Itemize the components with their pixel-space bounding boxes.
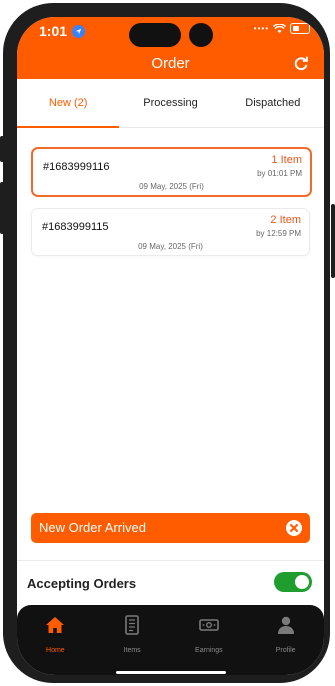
nav-items[interactable]: Items <box>94 605 171 675</box>
nav-profile-label: Profile <box>275 647 296 654</box>
nav-home-label: Home <box>46 647 65 654</box>
new-order-toast: New Order Arrived <box>31 513 310 543</box>
accepting-orders-toggle[interactable] <box>274 572 312 592</box>
order-tabs: New (2) Processing Dispatched <box>17 79 324 128</box>
page-title: Order <box>151 55 190 72</box>
volume-button <box>0 182 4 234</box>
tab-dispatched-label: Dispatched <box>245 97 301 109</box>
order-id: #1683999115 <box>42 221 109 233</box>
tab-new[interactable]: New (2) <box>17 79 120 128</box>
nav-items-label: Items <box>123 647 141 654</box>
tab-dispatched[interactable]: Dispatched <box>222 79 324 127</box>
bottom-nav: Home Items Earnings Profile <box>17 605 324 675</box>
refresh-icon[interactable] <box>292 55 310 73</box>
close-icon <box>290 524 298 532</box>
app-screen: 1:01 •••• Order New (2) Processing Dispa… <box>17 17 324 675</box>
accepting-orders-row: Accepting Orders <box>17 560 324 607</box>
battery-icon <box>290 23 310 34</box>
order-card-selected[interactable]: #1683999116 1 Item by 01:01 PM 09 May, 2… <box>31 147 312 197</box>
tab-new-label: New (2) <box>48 97 88 109</box>
status-indicators: •••• <box>254 23 310 34</box>
order-date: 09 May, 2025 (Fri) <box>139 182 204 191</box>
location-arrow-icon <box>72 24 86 38</box>
status-time: 1:01 <box>39 23 86 39</box>
nav-earnings-label: Earnings <box>195 647 223 654</box>
toast-close-button[interactable] <box>286 520 302 536</box>
phone-frame: 1:01 •••• Order New (2) Processing Dispa… <box>3 3 330 683</box>
nav-profile[interactable]: Profile <box>247 605 324 675</box>
camera-cutout <box>189 23 213 47</box>
clock: 1:01 <box>39 23 68 39</box>
order-id: #1683999116 <box>43 161 110 173</box>
nav-earnings[interactable]: Earnings <box>171 605 248 675</box>
nav-home[interactable]: Home <box>17 605 94 675</box>
home-indicator <box>116 671 226 674</box>
order-deadline: by 12:59 PM <box>256 229 301 238</box>
app-header: 1:01 •••• Order <box>17 17 324 79</box>
wifi-icon <box>273 23 286 33</box>
items-icon <box>125 615 139 635</box>
order-item-count: 1 Item <box>271 154 302 166</box>
order-date: 09 May, 2025 (Fri) <box>138 242 203 251</box>
tab-processing-label: Processing <box>143 97 198 109</box>
toast-message: New Order Arrived <box>39 520 146 535</box>
earnings-icon <box>199 619 219 631</box>
mute-switch <box>0 136 4 162</box>
order-item-count: 2 Item <box>270 214 301 226</box>
toggle-knob <box>295 575 309 589</box>
accepting-orders-label: Accepting Orders <box>27 576 137 591</box>
tab-processing[interactable]: Processing <box>119 79 221 127</box>
power-button <box>331 204 335 278</box>
order-deadline: by 01:01 PM <box>257 169 302 178</box>
signal-dots-icon: •••• <box>253 24 269 33</box>
order-card[interactable]: #1683999115 2 Item by 12:59 PM 09 May, 2… <box>31 208 310 256</box>
dynamic-island <box>129 23 181 47</box>
profile-icon <box>277 616 294 634</box>
home-icon <box>46 617 65 633</box>
